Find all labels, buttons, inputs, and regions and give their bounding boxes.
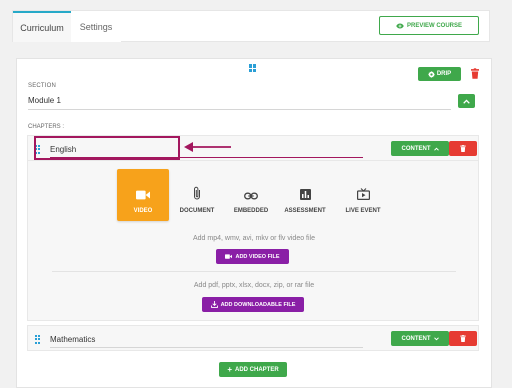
link-icon — [244, 192, 258, 200]
content-type-panel: VIDEO DOCUMENT EMBEDDED ASSESSMENT LIVE … — [27, 161, 479, 321]
content-type-label: VIDEO — [133, 208, 153, 214]
content-type-label: DOCUMENT — [179, 208, 215, 214]
tab-settings[interactable]: Settings — [71, 11, 121, 42]
drip-button[interactable]: DRIP — [418, 67, 461, 81]
preview-course-label: PREVIEW COURSE — [406, 22, 462, 29]
content-type-label: ASSESSMENT — [284, 208, 326, 214]
chapter-row-mathematics: Mathematics CONTENT — [27, 325, 479, 351]
chapter-input-underline — [50, 347, 363, 348]
plus-icon: + — [227, 364, 232, 374]
content-type-document[interactable]: DOCUMENT — [171, 169, 223, 221]
chevron-down-icon — [433, 336, 439, 340]
content-type-label: LIVE EVENT — [345, 208, 381, 214]
video-format-hint: Add mp4, wmv, avi, mkv or flv video file — [192, 235, 316, 242]
delete-chapter-button[interactable] — [449, 331, 477, 346]
add-chapter-button[interactable]: + ADD CHAPTER — [219, 362, 287, 377]
content-toggle-button[interactable]: CONTENT — [391, 141, 449, 156]
section-input-underline — [28, 109, 451, 110]
drag-handle-icon[interactable] — [35, 335, 40, 344]
chapters-label: CHAPTERS : — [28, 124, 65, 130]
section-name-input[interactable]: Module 1 — [28, 96, 61, 105]
download-format-hint: Add pdf, pptx, xlsx, docx, zip, or rar f… — [193, 282, 315, 289]
video-camera-icon — [136, 190, 150, 200]
download-icon — [210, 301, 218, 308]
delete-section-trash-icon[interactable] — [471, 68, 479, 79]
section-grid-icon[interactable] — [249, 64, 257, 72]
collapse-section-button[interactable] — [458, 94, 475, 108]
eye-icon — [396, 23, 404, 28]
preview-course-button[interactable]: PREVIEW COURSE — [379, 16, 479, 35]
chevron-up-icon — [433, 147, 439, 151]
trash-icon — [460, 145, 466, 152]
content-type-label: EMBEDDED — [233, 208, 269, 214]
add-downloadable-file-button[interactable]: ADD DOWNLOADABLE FILE — [202, 297, 304, 312]
add-video-file-button[interactable]: ADD VIDEO FILE — [216, 249, 289, 264]
content-type-live-event[interactable]: LIVE EVENT — [337, 169, 389, 221]
add-downloadable-file-label: ADD DOWNLOADABLE FILE — [220, 301, 296, 308]
tab-curriculum[interactable]: Curriculum — [13, 11, 71, 42]
live-tv-icon — [356, 188, 370, 200]
paperclip-icon — [194, 186, 200, 200]
drip-label: DRIP — [436, 71, 452, 77]
add-chapter-label: ADD CHAPTER — [235, 366, 279, 373]
bar-chart-icon — [299, 189, 311, 200]
chevron-up-icon — [463, 99, 470, 104]
top-bar: Curriculum Settings PREVIEW COURSE — [12, 10, 490, 42]
content-label: CONTENT — [401, 145, 431, 152]
content-type-video[interactable]: VIDEO — [117, 169, 169, 221]
gear-icon — [427, 70, 435, 78]
section-label: SECTION — [28, 83, 57, 89]
section-divider — [52, 271, 456, 272]
add-video-file-label: ADD VIDEO FILE — [235, 253, 280, 260]
content-toggle-button[interactable]: CONTENT — [391, 331, 449, 346]
trash-icon — [460, 335, 466, 342]
delete-chapter-button[interactable] — [449, 141, 477, 156]
chapter-row-english: English CONTENT — [27, 135, 479, 161]
annotation-arrow-icon — [184, 142, 231, 152]
content-label: CONTENT — [401, 335, 431, 342]
curriculum-card: DRIP SECTION Module 1 CHAPTERS : English… — [16, 58, 492, 388]
content-type-embedded[interactable]: EMBEDDED — [225, 169, 277, 221]
chapter-name-input[interactable]: Mathematics — [50, 335, 95, 344]
content-type-assessment[interactable]: ASSESSMENT — [279, 169, 331, 221]
video-camera-icon — [225, 254, 233, 259]
highlight-box — [34, 136, 180, 160]
